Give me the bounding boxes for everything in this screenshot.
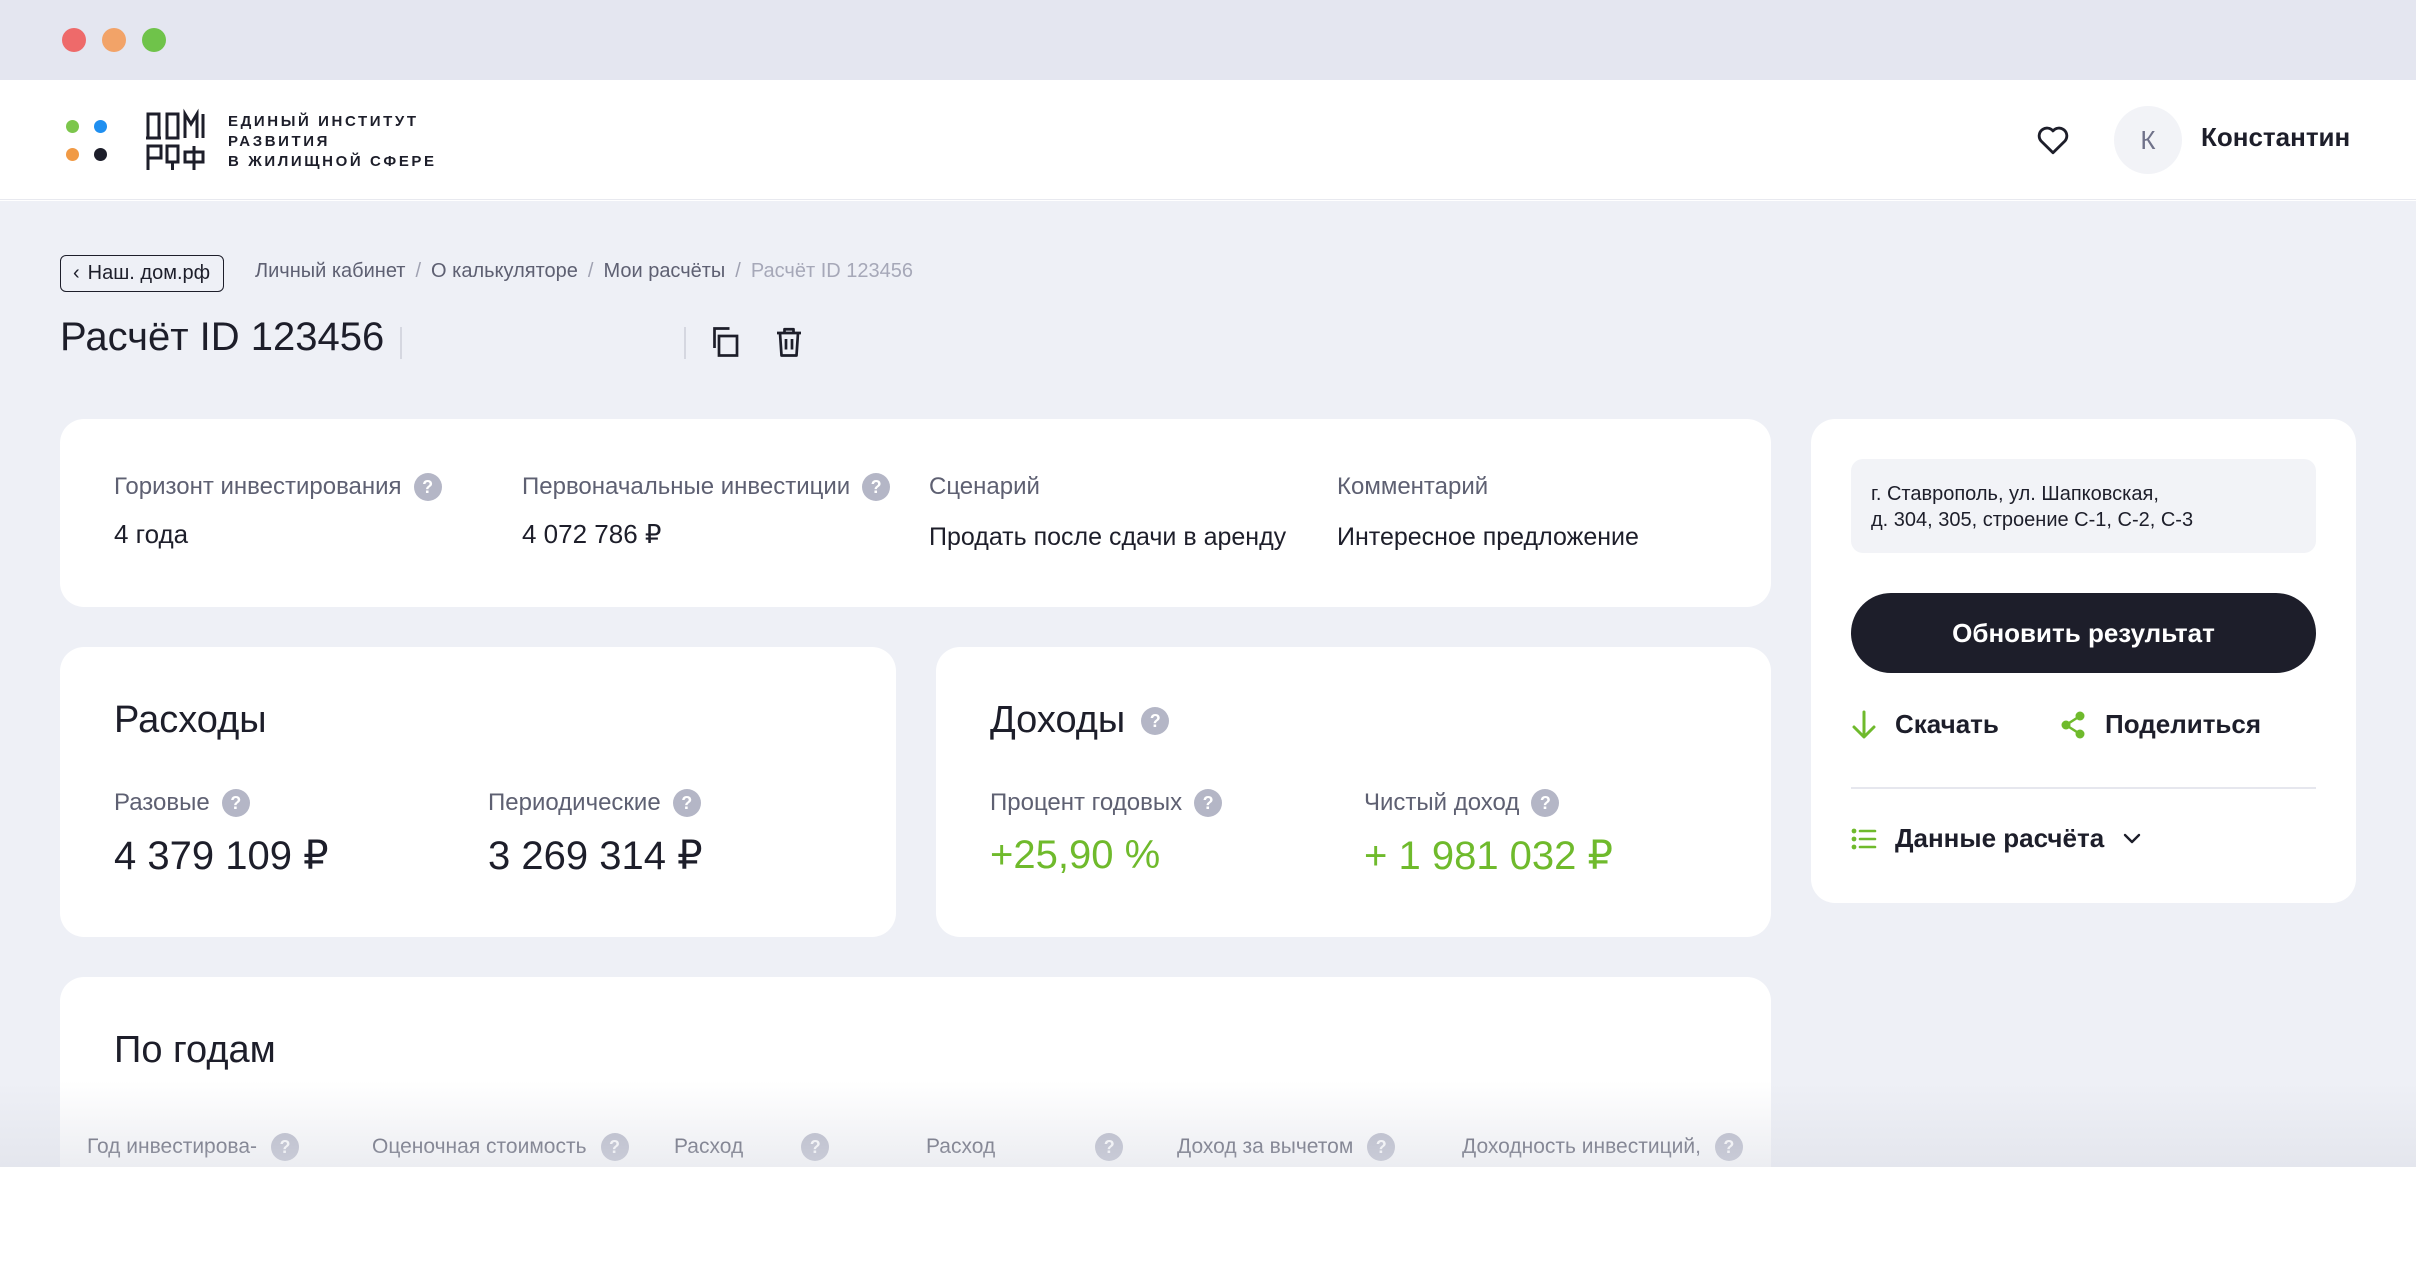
breadcrumb-separator: / bbox=[735, 260, 741, 282]
initial-investment-label: Первоначальные инвестиции ? bbox=[522, 473, 891, 501]
one-time-expenses-label: Разовые ? bbox=[114, 789, 250, 817]
property-address: г. Ставрополь, ул. Шапковская, д. 304, 3… bbox=[1851, 459, 2316, 553]
address-line: д. 304, 305, строение С-1, С-2, С-3 bbox=[1871, 509, 2194, 531]
summary-card: Горизонт инвестирования ? 4 года Первона… bbox=[60, 419, 1771, 607]
help-icon[interactable]: ? bbox=[271, 1133, 299, 1161]
delete-button[interactable] bbox=[768, 321, 810, 363]
share-label: Поделиться bbox=[2105, 709, 2262, 739]
chevron-left-icon: ‹ bbox=[73, 262, 80, 284]
help-icon[interactable]: ? bbox=[1531, 789, 1560, 817]
help-icon[interactable]: ? bbox=[1095, 1133, 1124, 1161]
table-column-header[interactable]: Год инвестирова- ? bbox=[87, 1133, 299, 1161]
table-column-header[interactable]: Оценочная стоимость ? bbox=[372, 1133, 629, 1161]
table-column-header[interactable]: Доход за вычетом ? bbox=[1177, 1133, 1396, 1161]
actions-sidebar: г. Ставрополь, ул. Шапковская, д. 304, 3… bbox=[1811, 419, 2356, 903]
calculation-data-label: Данные расчёта bbox=[1895, 823, 2105, 853]
window-close-button[interactable] bbox=[62, 28, 86, 52]
help-icon[interactable]: ? bbox=[672, 789, 701, 817]
breadcrumb-current: Расчёт ID 123456 bbox=[750, 260, 913, 282]
breadcrumb-item[interactable]: Мои расчёты bbox=[603, 260, 725, 283]
sidebar-divider bbox=[1851, 787, 2316, 789]
periodic-expenses-label: Периодические ? bbox=[488, 789, 701, 817]
help-icon[interactable]: ? bbox=[1714, 1133, 1743, 1161]
help-icon[interactable]: ? bbox=[1367, 1133, 1396, 1161]
help-icon[interactable]: ? bbox=[413, 473, 442, 501]
income-card: Доходы ? Процент годовых ? +25,90 % Чист… bbox=[936, 647, 1771, 937]
breadcrumb-item[interactable]: О калькуляторе bbox=[431, 260, 578, 283]
window-maximize-button[interactable] bbox=[142, 28, 166, 52]
comment-label: Комментарий bbox=[1337, 473, 1489, 500]
annual-percent-label: Процент годовых ? bbox=[990, 789, 1223, 817]
net-income-value: + 1 981 032 ₽ bbox=[1364, 834, 1613, 878]
expenses-title: Расходы bbox=[114, 699, 267, 741]
favorites-heart-icon[interactable] bbox=[2036, 124, 2070, 156]
comment-value: Интересное предложение bbox=[1337, 523, 1639, 551]
copy-button[interactable] bbox=[704, 321, 746, 363]
income-title: Доходы ? bbox=[990, 699, 1170, 742]
by-years-title: По годам bbox=[114, 1029, 276, 1071]
logo-line: РАЗВИТИЯ bbox=[228, 133, 331, 150]
download-arrow-icon bbox=[1852, 710, 1876, 738]
logo-dots-icon[interactable] bbox=[66, 120, 110, 164]
table-column-header[interactable]: Доходность инвестиций, ? bbox=[1462, 1133, 1743, 1161]
scenario-label: Сценарий bbox=[929, 473, 1040, 500]
breadcrumb-item[interactable]: Личный кабинет bbox=[255, 260, 405, 283]
net-income-label: Чистый доход ? bbox=[1364, 789, 1560, 817]
title-divider bbox=[400, 327, 402, 359]
scenario-value: Продать после сдачи в аренду bbox=[929, 523, 1287, 551]
table-column-header[interactable]: Расход ? bbox=[926, 1133, 1124, 1161]
share-button[interactable]: Поделиться bbox=[2059, 709, 2261, 740]
table-column-header[interactable]: Расход ? bbox=[674, 1133, 830, 1161]
breadcrumb: Личный кабинет / О калькуляторе / Мои ра… bbox=[255, 260, 913, 283]
expenses-card: Расходы Разовые ? 4 379 109 ₽ Периодичес… bbox=[60, 647, 896, 937]
breadcrumb-separator: / bbox=[415, 260, 422, 282]
list-icon bbox=[1851, 828, 1877, 849]
title-divider bbox=[684, 327, 686, 359]
calculation-data-toggle[interactable]: Данные расчёта bbox=[1851, 823, 2142, 854]
share-icon bbox=[2061, 711, 2085, 738]
address-line: г. Ставрополь, ул. Шапковская, bbox=[1871, 483, 2159, 505]
help-icon[interactable]: ? bbox=[221, 789, 250, 817]
logo-line: В ЖИЛИЩНОЙ СФЕРЕ bbox=[228, 153, 437, 170]
one-time-expenses-value: 4 379 109 ₽ bbox=[114, 834, 329, 878]
logo-line: ЕДИНЫЙ ИНСТИТУТ bbox=[228, 113, 419, 130]
help-icon[interactable]: ? bbox=[862, 473, 891, 501]
window-titlebar bbox=[0, 0, 2416, 80]
help-icon[interactable]: ? bbox=[1141, 706, 1170, 735]
help-icon[interactable]: ? bbox=[801, 1133, 830, 1161]
initial-investment-value: 4 072 786 ₽ bbox=[522, 519, 662, 549]
chevron-down-icon bbox=[2123, 833, 2141, 843]
periodic-expenses-value: 3 269 314 ₽ bbox=[488, 834, 703, 878]
trash-icon bbox=[777, 327, 801, 357]
update-result-button[interactable]: Обновить результат bbox=[1851, 593, 2316, 673]
logo-caption: ЕДИНЫЙ ИНСТИТУТ РАЗВИТИЯ В ЖИЛИЩНОЙ СФЕР… bbox=[228, 112, 437, 172]
horizon-value: 4 года bbox=[114, 519, 189, 549]
breadcrumb-separator: / bbox=[587, 260, 594, 282]
help-icon[interactable]: ? bbox=[600, 1133, 629, 1161]
help-icon[interactable]: ? bbox=[1194, 789, 1223, 817]
user-name[interactable]: Константин bbox=[2201, 122, 2350, 153]
user-avatar[interactable]: К bbox=[2114, 106, 2182, 174]
download-label: Скачать bbox=[1895, 709, 1999, 739]
page-title: Расчёт ID 123456 bbox=[60, 315, 385, 359]
horizon-label: Горизонт инвестирования ? bbox=[114, 473, 442, 501]
download-button[interactable]: Скачать bbox=[1851, 709, 1999, 740]
back-button-label: Наш. дом.рф bbox=[87, 262, 211, 284]
back-button[interactable]: ‹ Наш. дом.рф bbox=[60, 255, 225, 292]
copy-icon bbox=[713, 327, 739, 357]
window-minimize-button[interactable] bbox=[102, 28, 126, 52]
main-content: ‹ Наш. дом.рф Личный кабинет / О калькул… bbox=[0, 201, 2416, 1167]
by-years-card: По годам Год инвестирова- ? Оценочная ст… bbox=[60, 977, 1771, 1167]
dom-rf-logo-icon[interactable] bbox=[145, 108, 209, 172]
annual-percent-value: +25,90 % bbox=[990, 833, 1161, 877]
